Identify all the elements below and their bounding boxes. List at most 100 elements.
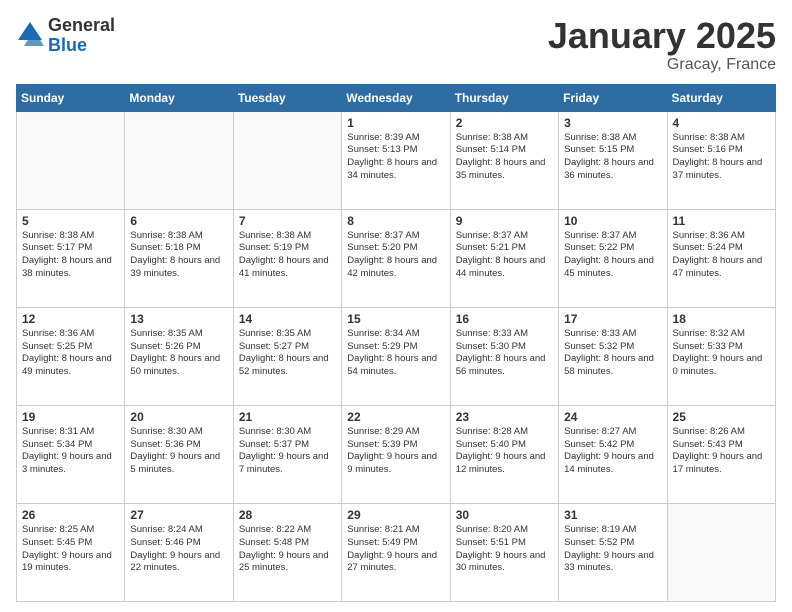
day-number: 24 — [564, 410, 661, 424]
day-info: Sunrise: 8:39 AM Sunset: 5:13 PM Dayligh… — [347, 132, 444, 183]
calendar-cell: 31 Sunrise: 8:19 AM Sunset: 5:52 PM Dayli… — [559, 503, 667, 601]
day-number: 6 — [130, 214, 227, 228]
logo-icon — [16, 20, 44, 48]
calendar-cell: 2 Sunrise: 8:38 AM Sunset: 5:14 PM Daylig… — [450, 111, 558, 209]
day-number: 12 — [22, 312, 119, 326]
calendar-week-2: 12 Sunrise: 8:36 AM Sunset: 5:25 PM Dayli… — [17, 307, 776, 405]
day-info: Sunrise: 8:29 AM Sunset: 5:39 PM Dayligh… — [347, 426, 444, 477]
calendar-cell: 22 Sunrise: 8:29 AM Sunset: 5:39 PM Dayli… — [342, 405, 450, 503]
day-number: 27 — [130, 508, 227, 522]
day-info: Sunrise: 8:31 AM Sunset: 5:34 PM Dayligh… — [22, 426, 119, 477]
day-info: Sunrise: 8:35 AM Sunset: 5:27 PM Dayligh… — [239, 328, 336, 379]
day-info: Sunrise: 8:38 AM Sunset: 5:18 PM Dayligh… — [130, 230, 227, 281]
day-number: 22 — [347, 410, 444, 424]
calendar-cell: 20 Sunrise: 8:30 AM Sunset: 5:36 PM Dayli… — [125, 405, 233, 503]
calendar-header-friday: Friday — [559, 84, 667, 111]
day-info: Sunrise: 8:22 AM Sunset: 5:48 PM Dayligh… — [239, 524, 336, 575]
day-info: Sunrise: 8:26 AM Sunset: 5:43 PM Dayligh… — [673, 426, 770, 477]
day-info: Sunrise: 8:36 AM Sunset: 5:25 PM Dayligh… — [22, 328, 119, 379]
calendar-cell: 15 Sunrise: 8:34 AM Sunset: 5:29 PM Dayli… — [342, 307, 450, 405]
calendar-cell: 27 Sunrise: 8:24 AM Sunset: 5:46 PM Dayli… — [125, 503, 233, 601]
day-number: 23 — [456, 410, 553, 424]
calendar-cell: 9 Sunrise: 8:37 AM Sunset: 5:21 PM Daylig… — [450, 209, 558, 307]
day-info: Sunrise: 8:20 AM Sunset: 5:51 PM Dayligh… — [456, 524, 553, 575]
day-info: Sunrise: 8:37 AM Sunset: 5:20 PM Dayligh… — [347, 230, 444, 281]
calendar-cell — [17, 111, 125, 209]
day-number: 30 — [456, 508, 553, 522]
day-number: 8 — [347, 214, 444, 228]
calendar-header-sunday: Sunday — [17, 84, 125, 111]
calendar-week-4: 26 Sunrise: 8:25 AM Sunset: 5:45 PM Dayli… — [17, 503, 776, 601]
day-number: 3 — [564, 116, 661, 130]
day-number: 5 — [22, 214, 119, 228]
calendar-cell: 26 Sunrise: 8:25 AM Sunset: 5:45 PM Dayli… — [17, 503, 125, 601]
calendar-cell: 29Sunrise: 8:21 AM Sunset: 5:49 PM Dayli… — [342, 503, 450, 601]
day-info: Sunrise: 8:36 AM Sunset: 5:24 PM Dayligh… — [673, 230, 770, 281]
day-info: Sunrise: 8:38 AM Sunset: 5:15 PM Dayligh… — [564, 132, 661, 183]
day-info: Sunrise: 8:35 AM Sunset: 5:26 PM Dayligh… — [130, 328, 227, 379]
day-number: 10 — [564, 214, 661, 228]
calendar-cell: 11 Sunrise: 8:36 AM Sunset: 5:24 PM Dayli… — [667, 209, 775, 307]
day-number: 25 — [673, 410, 770, 424]
day-info: Sunrise: 8:28 AM Sunset: 5:40 PM Dayligh… — [456, 426, 553, 477]
calendar-cell: 16Sunrise: 8:33 AM Sunset: 5:30 PM Dayli… — [450, 307, 558, 405]
day-info: Sunrise: 8:37 AM Sunset: 5:21 PM Dayligh… — [456, 230, 553, 281]
page: General Blue January 2025 Gracay, France… — [0, 0, 792, 612]
day-number: 26 — [22, 508, 119, 522]
calendar-cell: 19 Sunrise: 8:31 AM Sunset: 5:34 PM Dayli… — [17, 405, 125, 503]
title-area: January 2025 Gracay, France — [548, 16, 776, 74]
calendar-header-monday: Monday — [125, 84, 233, 111]
calendar-cell: 30 Sunrise: 8:20 AM Sunset: 5:51 PM Dayli… — [450, 503, 558, 601]
calendar-cell: 17Sunrise: 8:33 AM Sunset: 5:32 PM Dayli… — [559, 307, 667, 405]
day-number: 15 — [347, 312, 444, 326]
calendar-week-0: 1 Sunrise: 8:39 AM Sunset: 5:13 PM Daylig… — [17, 111, 776, 209]
day-info: Sunrise: 8:25 AM Sunset: 5:45 PM Dayligh… — [22, 524, 119, 575]
calendar-cell: 5 Sunrise: 8:38 AM Sunset: 5:17 PM Daylig… — [17, 209, 125, 307]
day-number: 19 — [22, 410, 119, 424]
header: General Blue January 2025 Gracay, France — [16, 16, 776, 74]
calendar-subtitle: Gracay, France — [548, 56, 776, 74]
day-info: Sunrise: 8:37 AM Sunset: 5:22 PM Dayligh… — [564, 230, 661, 281]
calendar-cell: 12 Sunrise: 8:36 AM Sunset: 5:25 PM Dayli… — [17, 307, 125, 405]
day-info: Sunrise: 8:38 AM Sunset: 5:17 PM Dayligh… — [22, 230, 119, 281]
calendar-cell: 7 Sunrise: 8:38 AM Sunset: 5:19 PM Daylig… — [233, 209, 341, 307]
day-number: 31 — [564, 508, 661, 522]
day-number: 21 — [239, 410, 336, 424]
calendar-cell: 18Sunrise: 8:32 AM Sunset: 5:33 PM Dayli… — [667, 307, 775, 405]
day-info: Sunrise: 8:30 AM Sunset: 5:36 PM Dayligh… — [130, 426, 227, 477]
day-number: 16 — [456, 312, 553, 326]
day-info: Sunrise: 8:19 AM Sunset: 5:52 PM Dayligh… — [564, 524, 661, 575]
day-info: Sunrise: 8:34 AM Sunset: 5:29 PM Dayligh… — [347, 328, 444, 379]
logo-text: General Blue — [48, 16, 115, 56]
day-number: 11 — [673, 214, 770, 228]
day-number: 4 — [673, 116, 770, 130]
calendar-cell: 21 Sunrise: 8:30 AM Sunset: 5:37 PM Dayli… — [233, 405, 341, 503]
day-info: Sunrise: 8:38 AM Sunset: 5:19 PM Dayligh… — [239, 230, 336, 281]
calendar-cell: 24Sunrise: 8:27 AM Sunset: 5:42 PM Dayli… — [559, 405, 667, 503]
day-number: 20 — [130, 410, 227, 424]
calendar-cell: 13Sunrise: 8:35 AM Sunset: 5:26 PM Dayli… — [125, 307, 233, 405]
calendar-cell: 4Sunrise: 8:38 AM Sunset: 5:16 PM Daylig… — [667, 111, 775, 209]
calendar-header-wednesday: Wednesday — [342, 84, 450, 111]
day-number: 7 — [239, 214, 336, 228]
calendar-cell: 14 Sunrise: 8:35 AM Sunset: 5:27 PM Dayli… — [233, 307, 341, 405]
calendar-cell: 1 Sunrise: 8:39 AM Sunset: 5:13 PM Daylig… — [342, 111, 450, 209]
day-info: Sunrise: 8:24 AM Sunset: 5:46 PM Dayligh… — [130, 524, 227, 575]
calendar-cell — [125, 111, 233, 209]
calendar-cell: 28 Sunrise: 8:22 AM Sunset: 5:48 PM Dayli… — [233, 503, 341, 601]
logo-general: General — [48, 16, 115, 36]
day-number: 9 — [456, 214, 553, 228]
day-number: 28 — [239, 508, 336, 522]
day-info: Sunrise: 8:38 AM Sunset: 5:14 PM Dayligh… — [456, 132, 553, 183]
logo: General Blue — [16, 16, 115, 56]
day-number: 14 — [239, 312, 336, 326]
day-number: 1 — [347, 116, 444, 130]
day-info: Sunrise: 8:30 AM Sunset: 5:37 PM Dayligh… — [239, 426, 336, 477]
day-info: Sunrise: 8:32 AM Sunset: 5:33 PM Dayligh… — [673, 328, 770, 379]
calendar-cell: 23 Sunrise: 8:28 AM Sunset: 5:40 PM Dayli… — [450, 405, 558, 503]
day-number: 29 — [347, 508, 444, 522]
calendar-cell: 8 Sunrise: 8:37 AM Sunset: 5:20 PM Daylig… — [342, 209, 450, 307]
day-number: 2 — [456, 116, 553, 130]
calendar-header-row: SundayMondayTuesdayWednesdayThursdayFrid… — [17, 84, 776, 111]
calendar-week-1: 5 Sunrise: 8:38 AM Sunset: 5:17 PM Daylig… — [17, 209, 776, 307]
